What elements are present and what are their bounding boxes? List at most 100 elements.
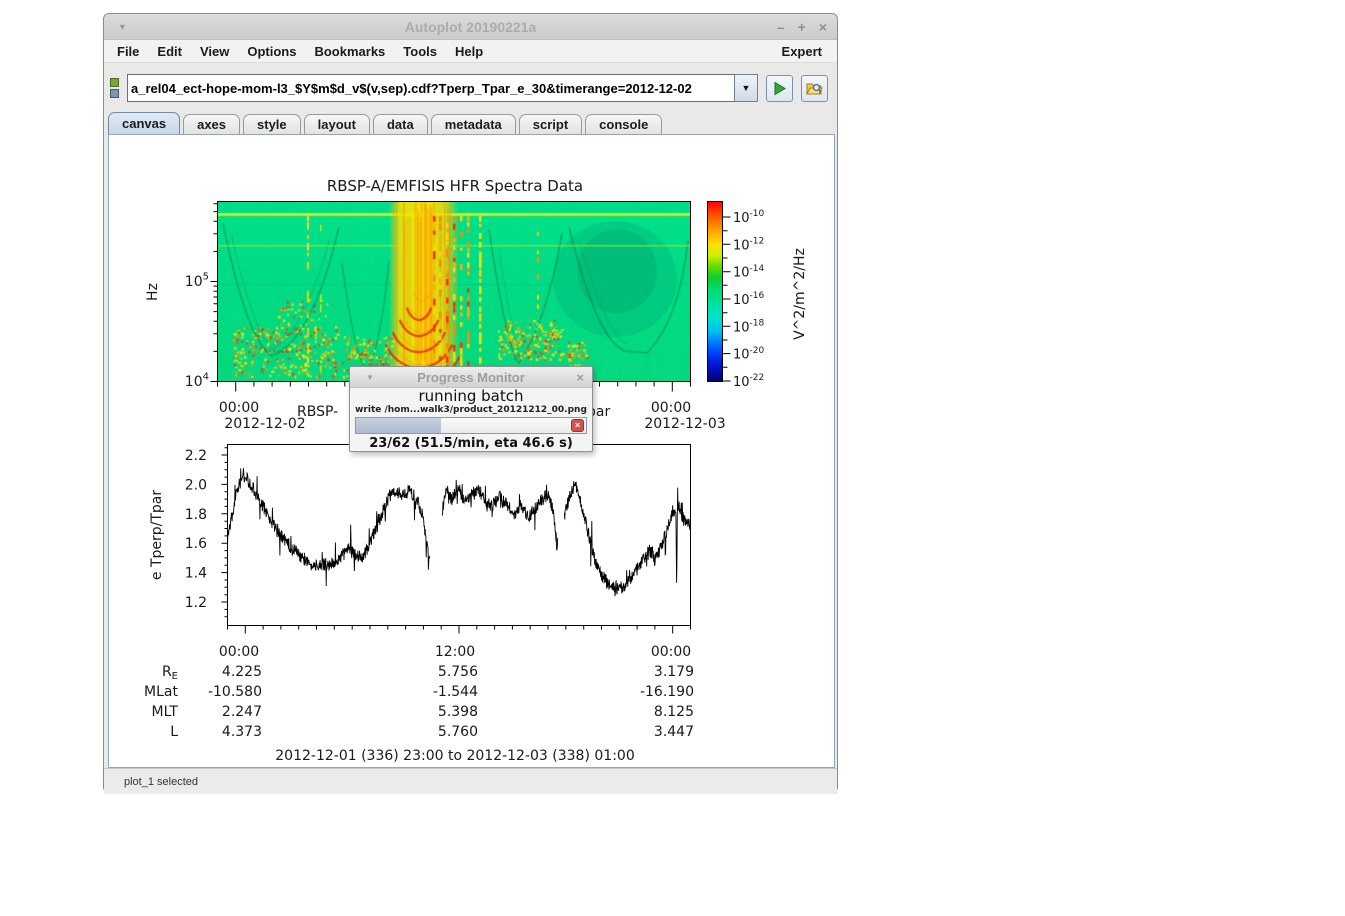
ephemeris-value: 3.447 <box>654 724 694 740</box>
expert-mode-toggle[interactable]: Expert <box>771 44 833 59</box>
line-ylabel: e Tperp/Tpar <box>149 490 165 580</box>
cancel-button[interactable]: × <box>571 419 584 432</box>
window-menu-icon[interactable]: ▼ <box>118 22 127 32</box>
spectro-xdate-label: 2012-12-02 <box>224 416 305 432</box>
line-xtick-label: 00:00 <box>219 644 259 660</box>
dialog-close-icon[interactable]: × <box>576 370 584 385</box>
ephemeris-row-label: RE <box>162 664 178 682</box>
ephemeris-value: -16.190 <box>640 684 694 700</box>
progress-bar-fill <box>356 418 441 433</box>
colorbar-tick-label: 10-22 <box>733 373 764 390</box>
colorbar-tick-label: 10-18 <box>733 318 765 335</box>
progress-status-label: 23/62 (51.5/min, eta 46.6 s) <box>350 436 592 451</box>
progress-monitor-dialog: ▼ Progress Monitor × running batch write… <box>349 366 593 452</box>
ephemeris-row-label: L <box>170 724 178 740</box>
spectro-ylabel: Hz <box>145 283 161 301</box>
spectro-xtick-label: 00:00 <box>651 400 691 416</box>
tab-axes[interactable]: axes <box>183 114 240 134</box>
inspect-button[interactable] <box>801 75 828 102</box>
ephemeris-value: -10.580 <box>208 684 262 700</box>
menu-item-options[interactable]: Options <box>238 44 305 59</box>
plot-element-square-blue-icon[interactable] <box>110 89 119 98</box>
window-title: Autoplot 20190221a <box>104 19 837 35</box>
tabstrip: canvasaxesstylelayoutdatametadatascriptc… <box>104 113 837 134</box>
menu-item-tools[interactable]: Tools <box>394 44 446 59</box>
folder-search-icon <box>806 81 823 96</box>
ephemeris-value: 8.125 <box>654 704 694 720</box>
tab-data[interactable]: data <box>373 114 428 134</box>
colorbar-tick-label: 10-10 <box>733 209 765 226</box>
spectrogram-canvas <box>217 201 690 381</box>
collapse-icon[interactable]: ▼ <box>366 373 374 382</box>
ephemeris-value: -1.544 <box>433 684 478 700</box>
ephemeris-value: 5.760 <box>438 724 478 740</box>
tab-canvas[interactable]: canvas <box>108 112 180 134</box>
status-text: plot_1 selected <box>124 776 198 788</box>
line-ytick-label: 1.4 <box>185 566 207 582</box>
colorbar-tick-label: 10-12 <box>733 236 764 253</box>
line-ytick-label: 2.2 <box>185 448 207 464</box>
uri-input[interactable] <box>127 74 734 102</box>
line-ytick-label: 1.2 <box>185 595 207 611</box>
line-ytick-label: 1.8 <box>185 507 207 523</box>
menu-item-edit[interactable]: Edit <box>148 44 191 59</box>
close-button[interactable]: × <box>819 19 827 35</box>
ephemeris-value: 4.225 <box>222 664 262 680</box>
line-xtick-label: 00:00 <box>651 644 691 660</box>
hidden-title-fragment-left: RBSP- <box>297 404 338 420</box>
tab-style[interactable]: style <box>243 114 301 134</box>
progress-dialog-titlebar[interactable]: ▼ Progress Monitor × <box>350 367 592 388</box>
canvas-panel[interactable]: RBSP-A/EMFISIS HFR Spectra Data 105 104 Hz 1… <box>108 134 835 768</box>
spectrogram-title: RBSP-A/EMFISIS HFR Spectra Data <box>327 177 583 195</box>
time-range-footer: 2012-12-01 (336) 23:00 to 2012-12-03 (33… <box>275 748 634 764</box>
progress-bar: × <box>355 417 587 434</box>
window-controls: – + × <box>777 19 827 35</box>
colorbar-label: V^2/m^2/Hz <box>792 248 808 340</box>
line-ytick-label: 2.0 <box>185 477 207 493</box>
minimize-button[interactable]: – <box>777 19 785 35</box>
tab-metadata[interactable]: metadata <box>431 114 516 134</box>
ephemeris-value: 3.179 <box>654 664 694 680</box>
plot-element-square-green-icon[interactable] <box>110 78 119 87</box>
colorbar-tick-label: 10-14 <box>733 264 765 281</box>
colorbar-tick-label: 10-16 <box>733 291 765 308</box>
menu-item-view[interactable]: View <box>191 44 238 59</box>
menu-item-bookmarks[interactable]: Bookmarks <box>305 44 394 59</box>
colorbar <box>708 202 723 382</box>
menu-item-file[interactable]: File <box>108 44 148 59</box>
ephemeris-row-label: MLat <box>144 684 178 700</box>
go-button[interactable] <box>766 75 793 102</box>
spectro-ytick-label: 105 <box>185 272 209 290</box>
menu-item-help[interactable]: Help <box>446 44 492 59</box>
colorbar-tick-label: 10-20 <box>733 346 765 363</box>
autoplot-window: ▼ Autoplot 20190221a – + × FileEditViewO… <box>103 13 838 790</box>
progress-detail-label: write /hom...walk3/product_20121212_00.p… <box>350 405 592 416</box>
status-bar: plot_1 selected <box>104 768 837 794</box>
ephemeris-value: 5.398 <box>438 704 478 720</box>
uri-toolbar: ▼ <box>104 63 837 113</box>
spectro-xdate-label: 2012-12-03 <box>644 416 725 432</box>
ephemeris-value: 4.373 <box>222 724 262 740</box>
chevron-down-icon: ▼ <box>742 83 751 93</box>
play-icon <box>772 81 787 96</box>
maximize-button[interactable]: + <box>798 19 806 35</box>
plot-type-icons <box>110 78 119 98</box>
line-xtick-label: 12:00 <box>435 644 475 660</box>
tab-script[interactable]: script <box>519 114 582 134</box>
progress-task-label: running batch <box>350 388 592 405</box>
spectro-xtick-label: 00:00 <box>219 400 259 416</box>
tab-layout[interactable]: layout <box>304 114 370 134</box>
tab-console[interactable]: console <box>585 114 662 134</box>
ephemeris-row-label: MLT <box>151 704 178 720</box>
line-ytick-label: 1.6 <box>185 536 207 552</box>
uri-field-group: ▼ <box>127 74 758 102</box>
progress-dialog-title: Progress Monitor <box>350 370 592 385</box>
spectro-ytick-label: 104 <box>185 372 209 390</box>
window-titlebar[interactable]: ▼ Autoplot 20190221a – + × <box>104 14 837 40</box>
ephemeris-value: 5.756 <box>438 664 478 680</box>
tperp-tpar-trace <box>228 468 691 596</box>
line-plot-frame <box>228 445 691 626</box>
uri-dropdown-button[interactable]: ▼ <box>734 74 758 102</box>
ephemeris-value: 2.247 <box>222 704 262 720</box>
menubar: FileEditViewOptionsBookmarksToolsHelp Exp… <box>104 40 837 63</box>
